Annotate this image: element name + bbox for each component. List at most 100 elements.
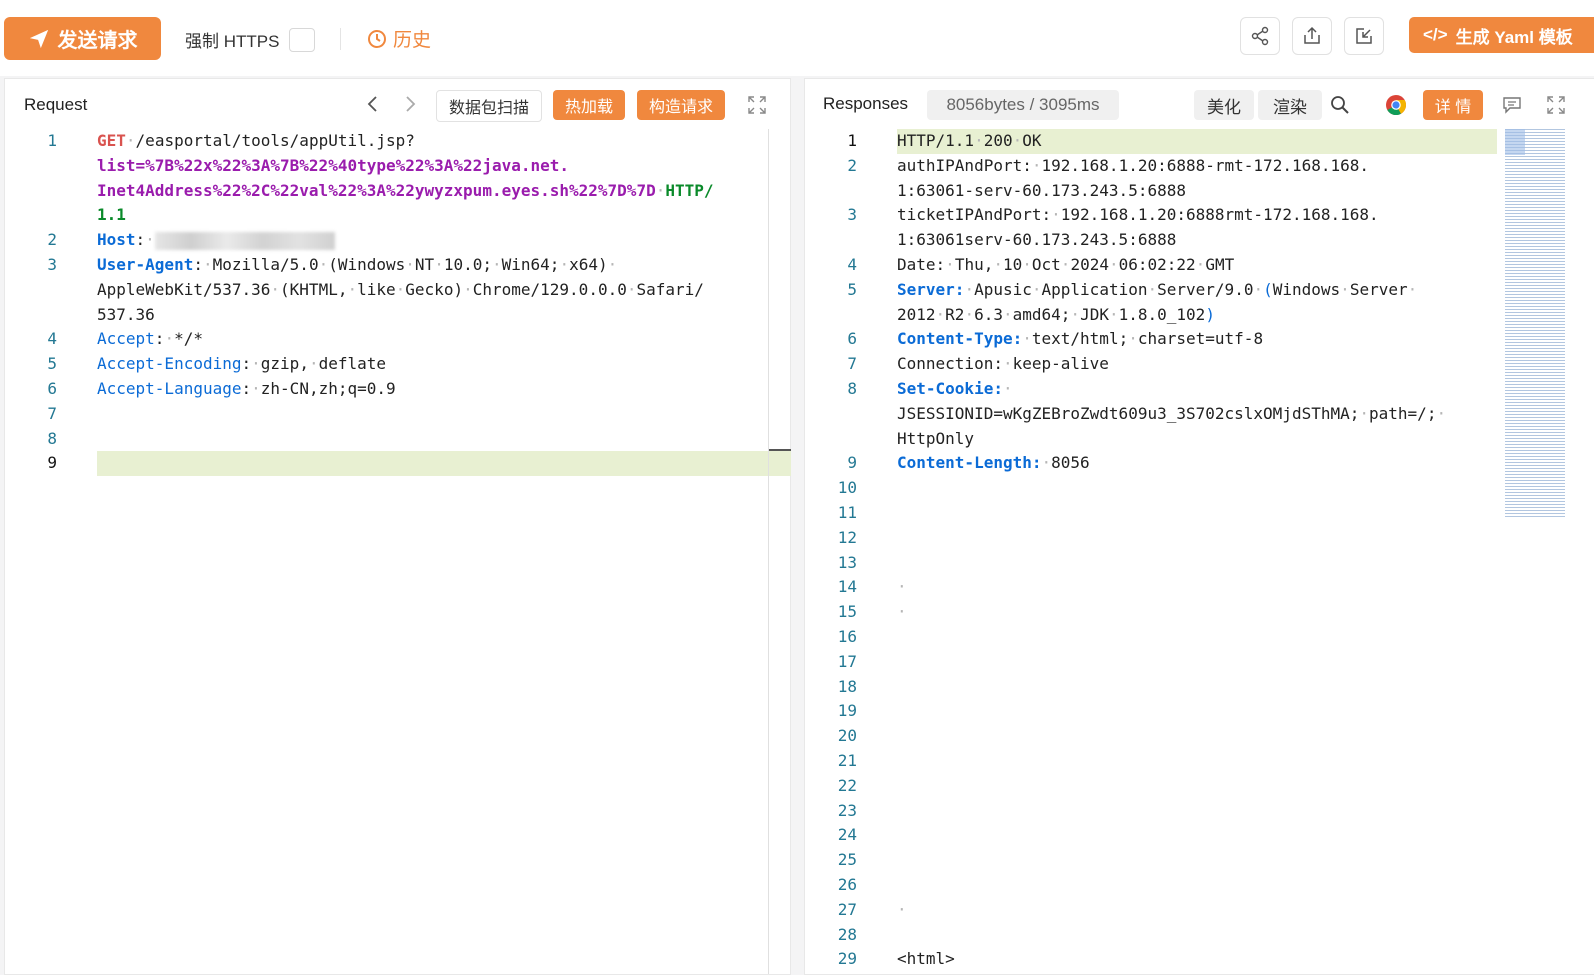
send-request-label: 发送请求 [57,30,138,52]
fullscreen-icon[interactable] [1547,96,1565,114]
code-line[interactable]: 3 User-Agent:·Mozilla/5.0·(Windows·NT·10.… [5,253,790,278]
code-line[interactable]: 19 [805,699,1594,724]
code-line[interactable]: 2 Host:· [5,228,790,253]
code-line[interactable]: 4 Accept:·*/* [5,327,790,352]
code-line[interactable]: 3 ticketIPAndPort:·192.168.1.20:6888rmt-1… [805,203,1594,228]
code-token: :·*/* [154,329,203,349]
code-line[interactable]: list=%7B%22x%22%3A%7B%22%40type%22%3A%22… [5,154,790,179]
code-line[interactable]: 2 authIPAndPort:·192.168.1.20:6888-rmt-17… [805,154,1594,179]
code-line[interactable]: 22 [805,774,1594,799]
code-token: list [97,155,136,175]
history-button[interactable]: 历史 [367,25,431,52]
code-line[interactable]: 28 [805,923,1594,948]
code-line[interactable]: 14 · [805,575,1594,600]
code-line[interactable]: 4 Date:·Thu,·10·Oct·2024·06:02:22·GMT [805,253,1594,278]
line-text: Accept-Encoding:·gzip,·deflate [97,354,386,373]
code-token: HTTP/1.1·200·OK [897,131,1042,150]
code-line[interactable]: 9 Content-Length:·8056 [805,451,1594,476]
code-line[interactable]: 27 · [805,898,1594,923]
line-number: 23 [837,800,857,820]
code-line[interactable]: 1:63061-serv-60.173.243.5:6888 [805,179,1594,204]
line-text: list=%7B%22x%22%3A%7B%22%40type%22%3A%22… [97,156,569,175]
code-line[interactable]: 537.36 [5,303,790,328]
response-minimap[interactable] [1505,129,1565,519]
code-token: HttpOnly [897,428,975,448]
code-line[interactable]: JSESSIONID=wKgZEBroZwdt609u3_3S702cslxOM… [805,402,1594,427]
code-line[interactable]: 11 [805,501,1594,526]
export-button[interactable] [1292,17,1332,55]
fullscreen-icon[interactable] [748,96,766,114]
comment-icon[interactable] [1502,96,1522,114]
code-line[interactable]: 12 [805,526,1594,551]
code-line[interactable]: 10 [805,476,1594,501]
code-line[interactable]: 25 [805,848,1594,873]
search-button[interactable] [1325,90,1355,120]
code-token: :·gzip,·deflate [241,354,387,374]
code-line[interactable]: AppleWebKit/537.36·(KHTML,·like·Gecko)·C… [5,278,790,303]
render-button[interactable]: 渲染 [1258,90,1322,120]
code-line[interactable]: 18 [805,675,1594,700]
line-text: Inet4Address%22%2C%22val%22%3A%22ywyzxpu… [97,181,714,200]
details-button[interactable]: 详 情 [1423,90,1483,120]
send-request-button[interactable]: 发送请求 [4,17,161,60]
code-line[interactable]: Inet4Address%22%2C%22val%22%3A%22ywyzxpu… [5,179,790,204]
line-number: 15 [837,602,857,622]
code-line[interactable]: 1 HTTP/1.1·200·OK [805,129,1594,154]
code-line[interactable]: 7 [5,402,790,427]
code-token: authIPAndPort:·192.168.1.20:6888-rmt-172… [897,155,1370,175]
code-line[interactable]: 6 Accept-Language:·zh-CN,zh;q=0.9 [5,377,790,402]
generate-yaml-button[interactable]: </> 生成 Yaml 模板 [1409,17,1594,53]
code-token: HTTP/ [665,180,714,200]
code-line[interactable]: 15 · [805,600,1594,625]
hot-reload-label: 热加载 [564,99,613,116]
code-line[interactable]: 1:63061serv-60.173.243.5:6888 [805,228,1594,253]
chevron-right-icon[interactable] [403,95,417,113]
force-https-checkbox[interactable] [289,27,316,52]
code-line[interactable]: 1.1 [5,203,790,228]
code-line[interactable]: 5 Server:·Apusic·Application·Server/9.0·(… [805,278,1594,303]
hot-reload-button[interactable]: 热加载 [553,90,625,120]
force-https-toggle[interactable]: 强制 HTTPS [185,27,316,52]
code-line[interactable]: 2012·R2·6.3·amd64;·JDK·1.8.0_102) [805,303,1594,328]
code-line[interactable]: 23 [805,799,1594,824]
code-token: :·Mozilla/5.0·(Windows·NT·10.0;·Win64;·x… [193,255,618,274]
code-line[interactable]: 16 [805,625,1594,650]
line-text: · [897,900,907,919]
construct-request-label: 构造请求 [648,99,713,116]
packet-scan-button[interactable]: 数据包扫描 [436,90,542,122]
code-line[interactable]: 29 <html> [805,947,1594,972]
details-label: 详 情 [1434,99,1472,116]
construct-request-button[interactable]: 构造请求 [637,90,725,120]
code-line[interactable]: 21 [805,749,1594,774]
code-line[interactable]: HttpOnly [805,427,1594,452]
code-token: Date:·Thu,·10·Oct·2024·06:02:22·GMT [897,255,1235,274]
line-number: 3 [47,255,57,274]
line-text: Set-Cookie:· [897,379,1013,398]
clock-icon [368,29,386,48]
code-line[interactable]: 8 Set-Cookie:· [805,377,1594,402]
line-number: 24 [837,825,857,845]
line-number: 4 [47,329,57,349]
code-icon: </> [1423,25,1448,44]
code-line[interactable]: 9 [5,451,791,477]
code-token: 2012·R2·6.3·amd64;·JDK·1.8.0_102 [897,304,1206,324]
code-line[interactable]: 20 [805,724,1594,749]
chevron-left-icon[interactable] [366,95,380,113]
share-button[interactable] [1240,17,1280,55]
code-line[interactable]: 7 Connection:·keep-alive [805,352,1594,377]
packet-scan-label: 数据包扫描 [448,100,529,117]
code-line[interactable]: 17 [805,650,1594,675]
import-button[interactable] [1344,17,1384,55]
code-line[interactable]: 8 [5,427,790,452]
code-line[interactable]: 6 Content-Type:·text/html;·charset=utf-8 [805,327,1594,352]
chrome-browser-button[interactable] [1385,94,1407,116]
line-number: 12 [837,527,857,547]
beautify-button[interactable]: 美化 [1194,90,1254,120]
code-line[interactable]: 5 Accept-Encoding:·gzip,·deflate [5,352,790,377]
code-line[interactable]: 24 [805,823,1594,848]
request-editor[interactable]: 1 GET·/easportal/tools/appUtil.jsp? list=%… [5,129,791,974]
code-line[interactable]: 13 [805,551,1594,576]
response-editor[interactable]: 1 HTTP/1.1·200·OK 2 authIPAndPort:·192.168.… [805,129,1594,974]
code-line[interactable]: 26 [805,873,1594,898]
code-line[interactable]: 1 GET·/easportal/tools/appUtil.jsp? [5,129,790,154]
